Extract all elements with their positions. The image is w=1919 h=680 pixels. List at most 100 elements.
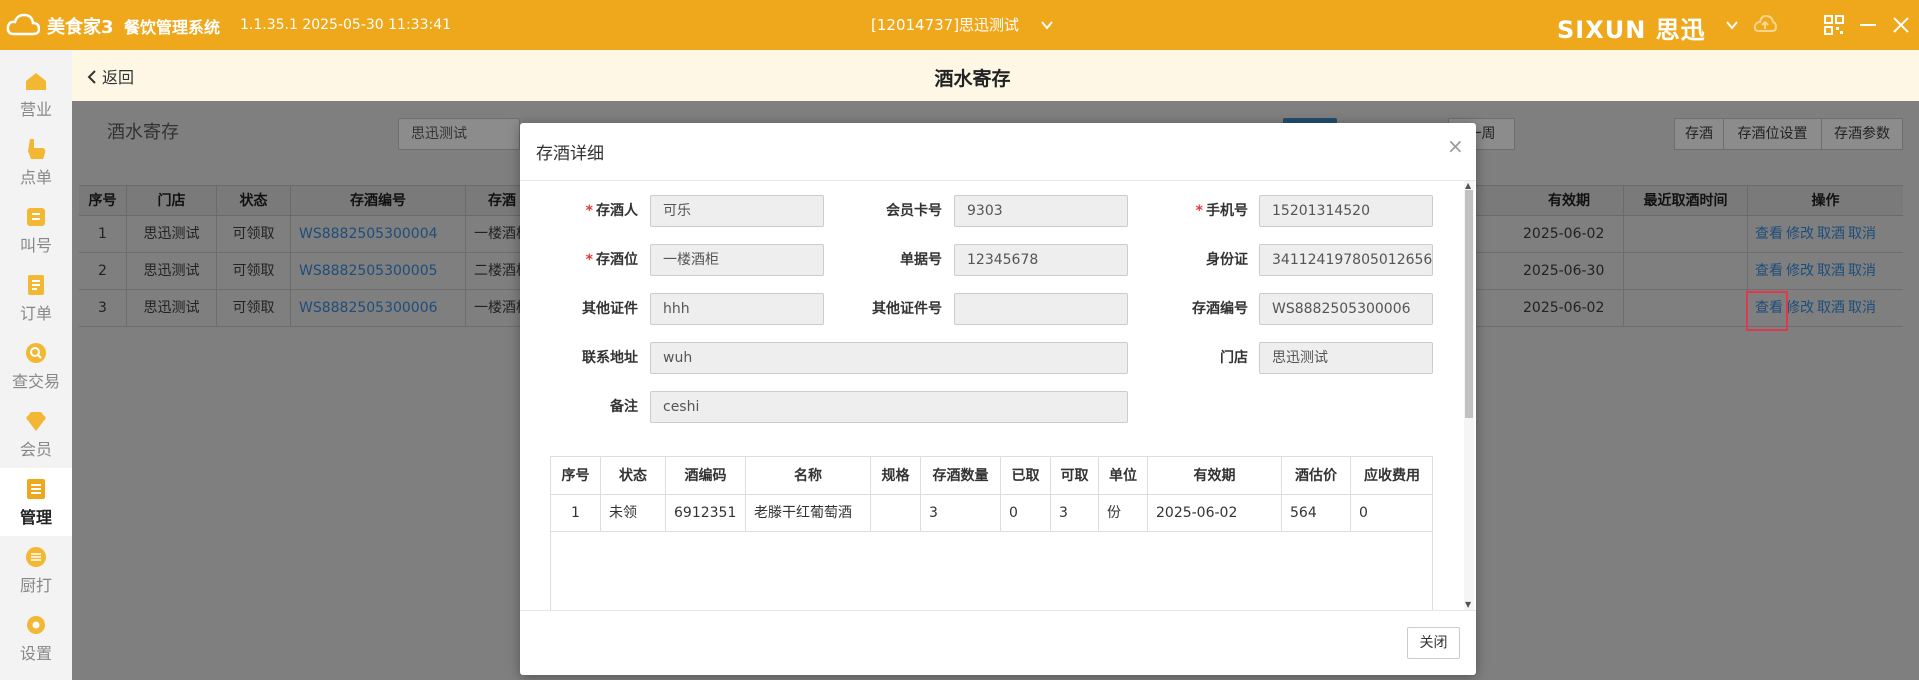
row-actions: 查看 修改 取酒 取消 xyxy=(1755,216,1879,253)
divider xyxy=(520,610,1476,611)
close-window-icon[interactable] xyxy=(1890,14,1912,36)
phone-field[interactable]: 15201314520 xyxy=(1259,195,1433,227)
bill-no-field[interactable]: 12345678 xyxy=(954,244,1128,276)
required-mark: * xyxy=(585,252,593,268)
close-icon[interactable]: × xyxy=(1447,134,1464,158)
sidebar-item-label: 设置 xyxy=(19,644,52,663)
other-cert-field[interactable]: hhh xyxy=(650,293,824,325)
take-link[interactable]: 取酒 xyxy=(1817,300,1845,316)
label-bill-no: 单据号 xyxy=(900,252,942,268)
cancel-link[interactable]: 取消 xyxy=(1848,226,1876,242)
chevron-down-icon[interactable] xyxy=(1725,18,1739,32)
column-header: 应收费用 xyxy=(1351,457,1432,495)
minimize-icon[interactable] xyxy=(1857,14,1879,36)
sidebar-item-label: 厨打 xyxy=(19,576,52,595)
cell-status: 可领取 xyxy=(217,290,291,327)
sidebar-item-call[interactable]: 叫号 xyxy=(0,196,72,264)
column-header: 规格 xyxy=(871,457,921,495)
position-settings-button[interactable]: 存酒位设置 xyxy=(1723,118,1822,150)
column-header: 状态 xyxy=(217,186,291,217)
column-header: 存酒编号 xyxy=(291,186,466,217)
take-link[interactable]: 取酒 xyxy=(1817,263,1845,279)
cell-spec xyxy=(871,495,921,532)
required-mark: * xyxy=(1195,203,1203,219)
view-link[interactable]: 查看 xyxy=(1755,226,1783,242)
detail-table: 序号 状态 酒编码 名称 规格 存酒数量 已取 可取 单位 有效期 酒估价 应收… xyxy=(550,456,1433,610)
qr-code-icon[interactable] xyxy=(1823,14,1845,36)
member-card-field[interactable]: 9303 xyxy=(954,195,1128,227)
depositor-field[interactable]: 可乐 xyxy=(650,195,824,227)
other-cert-no-field[interactable] xyxy=(954,293,1128,325)
cancel-link[interactable]: 取消 xyxy=(1848,263,1876,279)
params-label: 存酒参数 xyxy=(1834,126,1890,142)
view-link[interactable]: 查看 xyxy=(1755,263,1783,279)
cell-price: 564 xyxy=(1282,495,1351,532)
sidebar-item-order[interactable]: 点单 xyxy=(0,128,72,196)
column-header: 已取 xyxy=(1001,457,1051,495)
cancel-link[interactable]: 取消 xyxy=(1848,300,1876,316)
sidebar-item-settings[interactable]: 设置 xyxy=(0,604,72,672)
chevron-down-icon[interactable] xyxy=(1040,18,1054,32)
position-settings-label: 存酒位设置 xyxy=(1737,126,1808,142)
column-header: 有效期 xyxy=(1148,457,1282,495)
divider xyxy=(520,180,1476,181)
sidebar-item-trade[interactable]: 查交易 xyxy=(0,332,72,400)
sidebar-item-label: 会员 xyxy=(19,440,52,459)
modal-scrollbar-thumb[interactable] xyxy=(1465,190,1473,418)
cell-store: 思迅测试 xyxy=(127,290,217,327)
deposit-code-field[interactable]: WS8882505300006 xyxy=(1259,293,1433,325)
row-actions: 查看 修改 取酒 取消 xyxy=(1755,253,1879,290)
cell-code[interactable]: WS8882505300004 xyxy=(291,216,466,253)
required-mark: * xyxy=(585,203,593,219)
cell-qty: 3 xyxy=(921,495,1001,532)
store-filter[interactable]: 思迅测试 xyxy=(398,118,520,150)
scroll-down-icon[interactable]: ▼ xyxy=(1465,600,1471,609)
sidebar-item-label: 查交易 xyxy=(11,372,60,391)
cell-status: 未领 xyxy=(601,495,666,532)
take-link[interactable]: 取酒 xyxy=(1817,226,1845,242)
sidebar-item-manage[interactable]: 管理 xyxy=(0,468,72,536)
position-field[interactable]: 一楼酒柜 xyxy=(650,244,824,276)
close-button[interactable]: 关闭 xyxy=(1407,627,1460,659)
view-highlight-box xyxy=(1746,291,1788,331)
label-text: 手机号 xyxy=(1206,203,1248,219)
cell-expire: 2025-06-02 xyxy=(1515,216,1624,253)
column-header: 可取 xyxy=(1051,457,1099,495)
store-selector[interactable]: [12014737]思迅测试 xyxy=(871,14,1019,35)
store-field[interactable]: 思迅测试 xyxy=(1259,342,1433,374)
cell-wine-name: 老滕干红葡萄酒 xyxy=(746,495,871,532)
sidebar-item-member[interactable]: 会员 xyxy=(0,400,72,468)
cell-last-take xyxy=(1624,216,1748,253)
sidebar-item-label: 营业 xyxy=(19,100,52,119)
cell-code[interactable]: WS8882505300006 xyxy=(291,290,466,327)
sidebar-item-kitchen[interactable]: 厨打 xyxy=(0,536,72,604)
remark-field[interactable]: ceshi xyxy=(650,391,1128,423)
cloud-logo-icon xyxy=(6,13,40,36)
sidebar: 营业 点单 叫号 订单 查交易 会员 管理 厨打 设置 xyxy=(0,50,72,680)
cell-store: 思迅测试 xyxy=(127,253,217,290)
cell-no: 3 xyxy=(79,290,127,327)
label-store: 门店 xyxy=(1220,350,1248,366)
column-header: 有效期 xyxy=(1515,186,1624,217)
cell-expire: 2025-06-30 xyxy=(1515,253,1624,290)
sidebar-item-orders[interactable]: 订单 xyxy=(0,264,72,332)
cell-code[interactable]: WS8882505300005 xyxy=(291,253,466,290)
sidebar-item-business[interactable]: 营业 xyxy=(0,60,72,128)
column-header: 酒编码 xyxy=(666,457,746,495)
cell-fee: 0 xyxy=(1351,495,1432,532)
store-wine-button[interactable]: 存酒 xyxy=(1674,118,1724,150)
cell-expire: 2025-06-02 xyxy=(1148,495,1282,532)
edit-link[interactable]: 修改 xyxy=(1786,226,1814,242)
column-header: 单位 xyxy=(1099,457,1148,495)
address-field[interactable]: wuh xyxy=(650,342,1128,374)
params-button[interactable]: 存酒参数 xyxy=(1821,118,1903,150)
id-card-field[interactable]: 341124197805012656 xyxy=(1259,244,1433,276)
edit-link[interactable]: 修改 xyxy=(1786,263,1814,279)
cloud-upload-icon[interactable] xyxy=(1753,13,1777,35)
sidebar-item-label: 订单 xyxy=(19,304,52,323)
scroll-up-icon[interactable]: ▲ xyxy=(1465,181,1471,190)
edit-link[interactable]: 修改 xyxy=(1786,300,1814,316)
cell-no: 1 xyxy=(79,216,127,253)
label-depositor: * 存酒人 xyxy=(560,195,638,227)
label-remark: 备注 xyxy=(610,399,638,415)
